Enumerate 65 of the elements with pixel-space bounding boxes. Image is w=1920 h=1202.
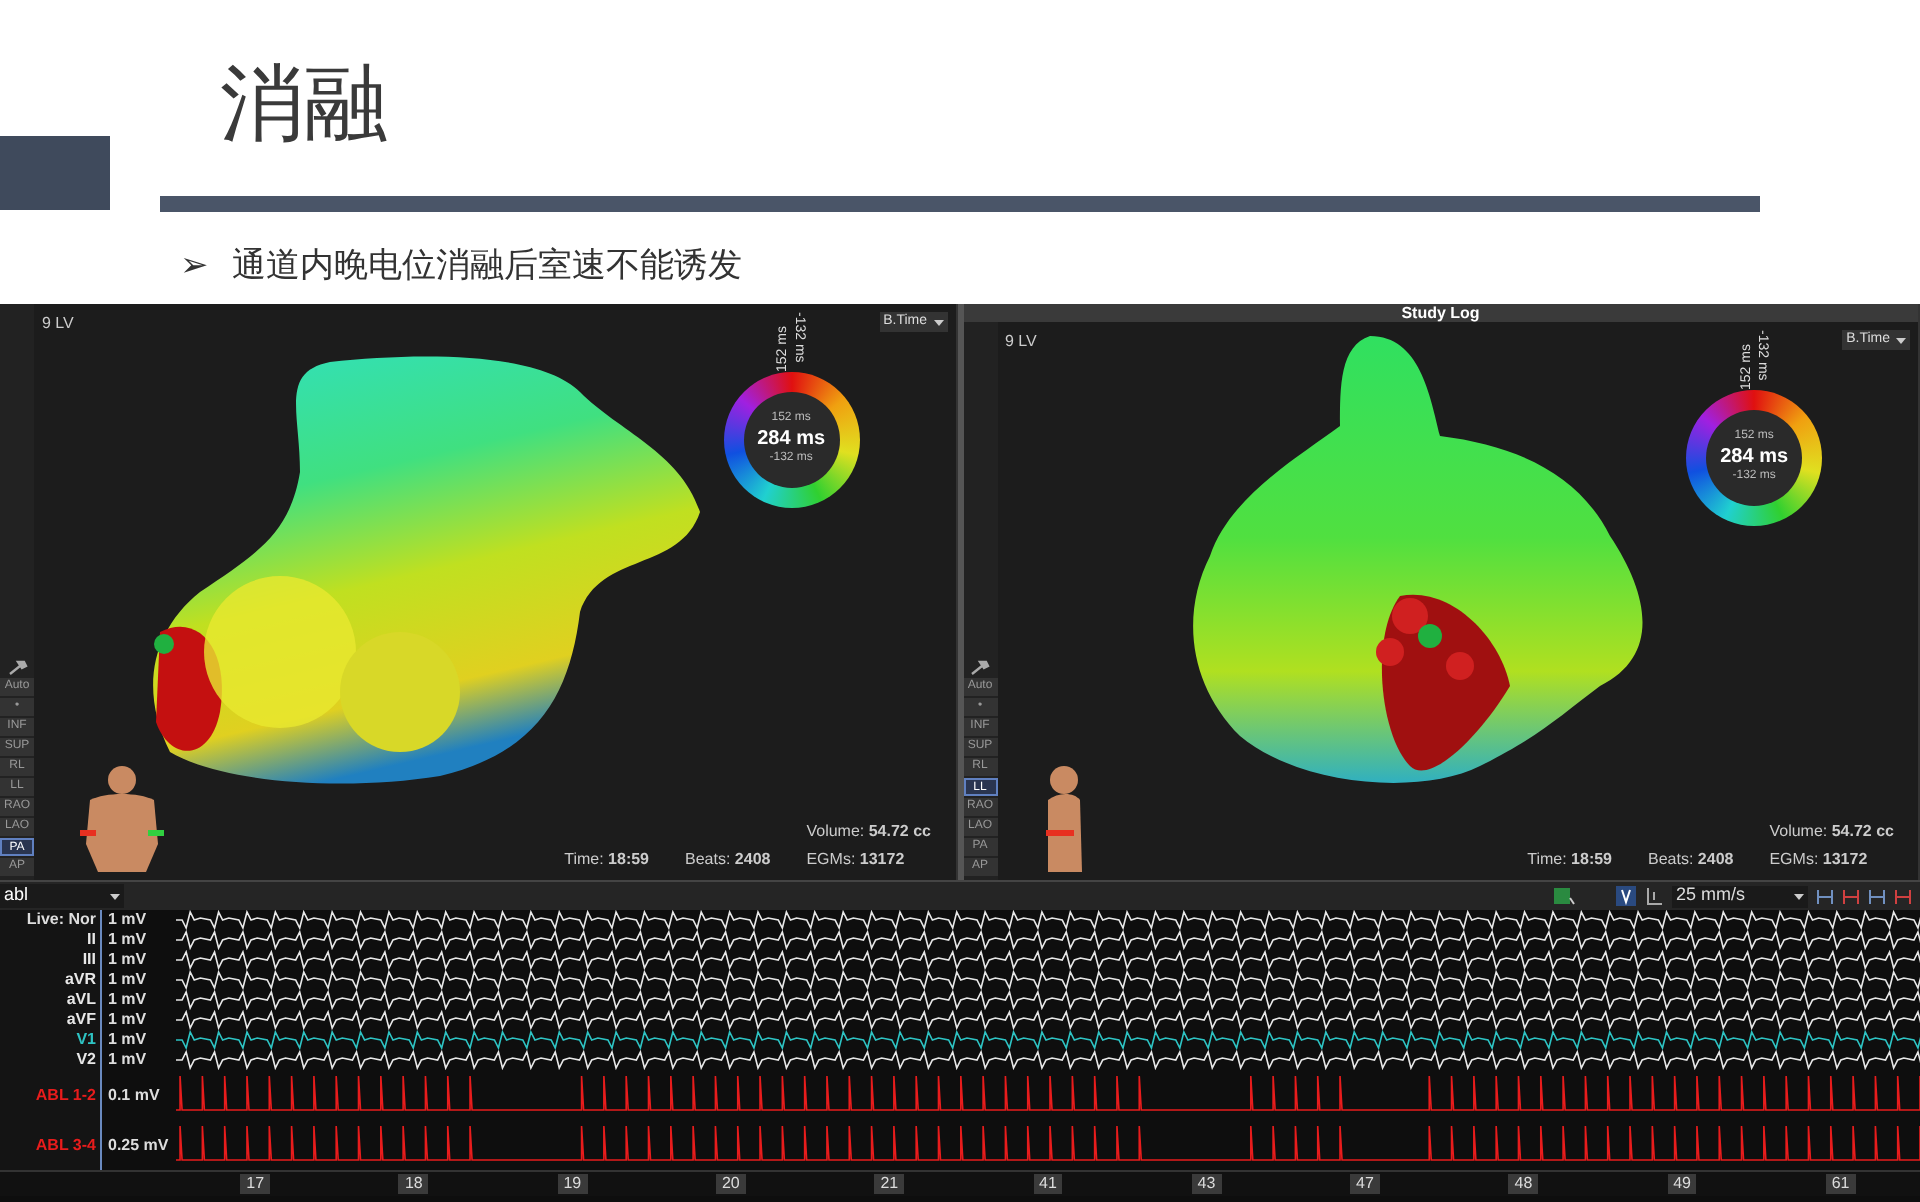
scale-label: 1 mV — [108, 912, 147, 928]
beat-number: 19 — [557, 1174, 588, 1194]
caliper-icon[interactable] — [1842, 887, 1860, 905]
caliper-icon[interactable] — [1894, 887, 1912, 905]
beat-number: 48 — [1508, 1174, 1539, 1194]
beat-number: 61 — [1825, 1174, 1856, 1194]
time-stat: Time: 18:59 — [564, 848, 650, 872]
scale-label: 1 mV — [108, 1032, 147, 1048]
caliper-icon[interactable] — [1816, 887, 1834, 905]
beat-number: 17 — [240, 1174, 271, 1194]
beat-number: 41 — [1033, 1174, 1063, 1194]
slide-title: 消融 — [218, 54, 390, 154]
map-label: 9 LV — [1005, 330, 1037, 354]
toolbar-icon[interactable] — [1552, 886, 1576, 906]
beat-number: 20 — [715, 1174, 746, 1194]
channel-label: V2 — [76, 1052, 96, 1068]
scale-label: 0.25 mV — [108, 1137, 169, 1153]
sweep-speed-dropdown[interactable]: 25 mm/s — [1672, 885, 1808, 907]
beat-number: 21 — [874, 1174, 905, 1194]
live-label: Live: Nor — [26, 912, 96, 928]
torso-figure-drawing — [78, 764, 166, 872]
ring-center-value: 284 ms — [1720, 445, 1789, 469]
channel-label: aVF — [66, 1012, 96, 1028]
caliper-icon[interactable] — [1868, 887, 1886, 905]
caret-icon — [933, 319, 943, 325]
source-dropdown[interactable]: abl — [0, 884, 124, 908]
channel-label: III — [82, 952, 96, 968]
ring-center-value: 284 ms — [757, 427, 826, 451]
wrench-icon[interactable] — [7, 660, 27, 676]
torso-figure-drawing — [1041, 764, 1085, 872]
volume-stat: Volume: 54.72 cc — [1769, 820, 1894, 844]
beat-number: 47 — [1350, 1174, 1380, 1194]
beat-number: 18 — [398, 1174, 429, 1194]
caret-icon — [1896, 337, 1906, 343]
beats-stat: Beats: 2408 — [1648, 848, 1734, 872]
toolbar-icon[interactable] — [1644, 886, 1664, 906]
panel-header: Study Log — [963, 304, 1918, 322]
scale-label: 1 mV — [108, 1052, 147, 1068]
channel-label: II — [87, 932, 96, 948]
scale-label: 1 mV — [108, 1012, 147, 1028]
time-stat: Time: 18:59 — [1527, 848, 1613, 872]
scale-label: 0.1 mV — [108, 1087, 160, 1103]
map-label: 9 LV — [42, 312, 74, 336]
beat-number: 49 — [1667, 1174, 1697, 1194]
caret-icon — [110, 893, 120, 899]
caret-icon — [1794, 893, 1804, 899]
scale-label: 1 mV — [108, 952, 147, 968]
bullet-text: 通道内晚电位消融后室速不能诱发 — [232, 244, 742, 288]
title-accent-block — [0, 136, 110, 210]
wrench-icon[interactable] — [970, 660, 990, 676]
channel-label: ABL 1-2 — [35, 1087, 96, 1103]
bullet-marker: ➢ — [180, 244, 208, 288]
channel-label: aVR — [64, 972, 96, 988]
scale-label: 1 mV — [108, 932, 147, 948]
channel-label: aVL — [66, 992, 96, 1008]
scale-label: 1 mV — [108, 972, 147, 988]
egms-stat: EGMs: 13172 — [1769, 848, 1870, 872]
beats-stat: Beats: 2408 — [685, 848, 771, 872]
channel-label: ABL 3-4 — [35, 1137, 96, 1153]
egms-stat: EGMs: 13172 — [806, 848, 907, 872]
channel-label: V1 — [76, 1032, 96, 1048]
scale-label: 1 mV — [108, 992, 147, 1008]
toolbar-icon[interactable] — [1616, 886, 1636, 906]
volume-stat: Volume: 54.72 cc — [806, 820, 931, 844]
beat-number: 43 — [1191, 1174, 1222, 1194]
